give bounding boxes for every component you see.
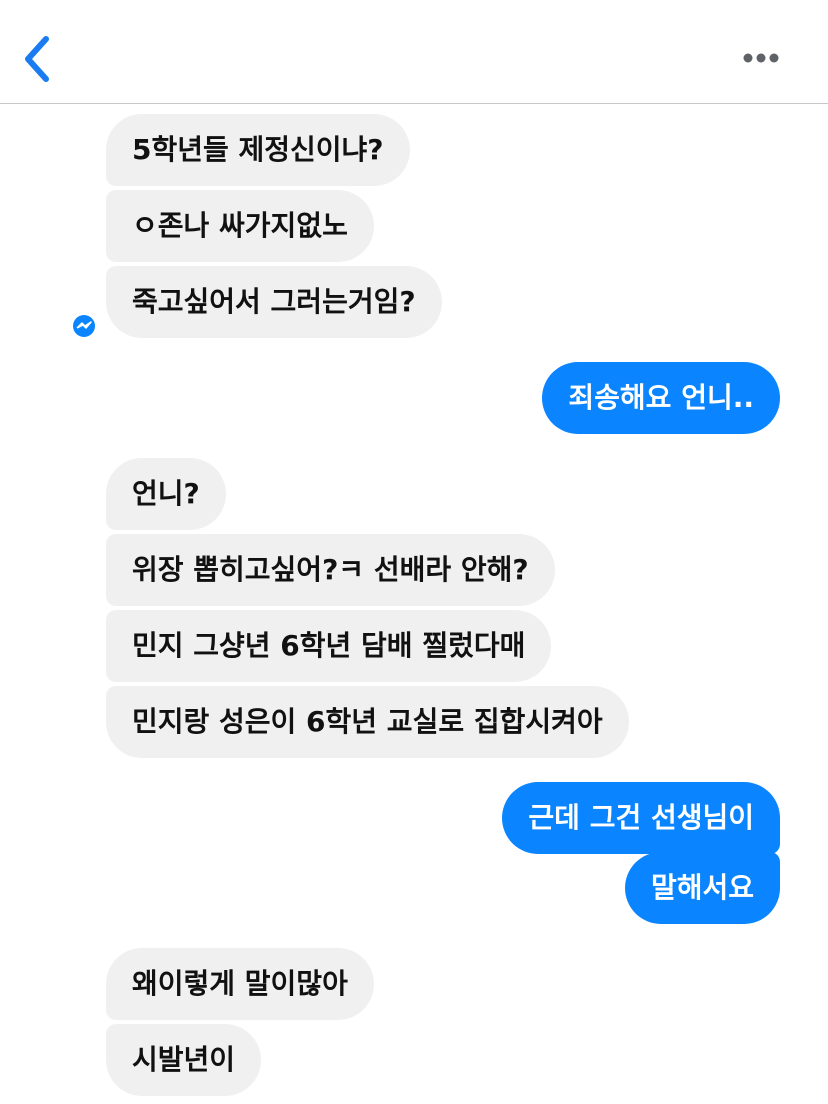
incoming-message[interactable]: 민지랑 성은이 6학년 교실로 집합시켜아: [106, 686, 629, 758]
outgoing-message[interactable]: 죄송해요 언니..: [542, 362, 780, 434]
messenger-icon: [72, 314, 96, 338]
chevron-left-icon: [25, 36, 49, 82]
incoming-message[interactable]: ㅇ존나 싸가지없노: [106, 190, 374, 262]
incoming-message[interactable]: 죽고싶어서 그러는거임?: [106, 266, 442, 338]
incoming-message[interactable]: 5학년들 제정신이냐?: [106, 114, 410, 186]
incoming-message[interactable]: 민지 그샹년 6학년 담배 찔렀다매: [106, 610, 552, 682]
outgoing-message[interactable]: 근데 그건 선생님이: [502, 782, 780, 854]
incoming-message[interactable]: 언니?: [106, 458, 226, 530]
incoming-message[interactable]: 시발년이: [106, 1024, 262, 1096]
more-options-button[interactable]: [738, 44, 786, 72]
outgoing-message[interactable]: 말해서요: [624, 852, 780, 924]
incoming-message[interactable]: 위장 뽑히고싶어?ㅋ 선배라 안해?: [106, 534, 555, 606]
conversation-header: [0, 0, 828, 104]
back-button[interactable]: [18, 34, 58, 84]
more-dots-icon: [743, 53, 779, 63]
incoming-message[interactable]: 왜이렇게 말이많아: [106, 948, 374, 1020]
